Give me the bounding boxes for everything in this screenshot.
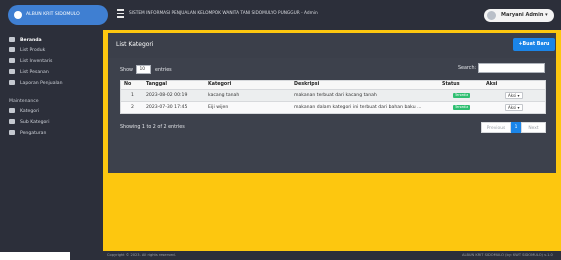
app-title: SISTEM INFORMASI PENJUALAN KELOMPOK WANI… [129, 11, 318, 16]
sidebar-item-kategori[interactable]: Kategori [9, 108, 39, 116]
gear-icon [9, 130, 15, 135]
row-number: 2 [131, 105, 134, 110]
pagination-next[interactable]: Next [521, 122, 546, 133]
column-header-tanggal[interactable]: Tanggal [146, 81, 167, 89]
sidebar-section-maintenance: Maintenance [9, 99, 39, 104]
entries-select[interactable]: 10 [136, 65, 152, 74]
sidebar-item-list-produk[interactable]: List Produk [9, 47, 45, 55]
sidebar-item-beranda[interactable]: Beranda [9, 37, 42, 45]
table-header [120, 80, 546, 90]
hamburger-icon [117, 9, 124, 11]
sidebar-item-sub-kategori[interactable]: Sub Kategori [9, 119, 49, 127]
row-category: kacang tanah [208, 93, 240, 98]
footer-copyright: Copyright © 2023. All rights reserved. [107, 253, 176, 257]
column-header-no[interactable]: No [124, 81, 131, 89]
sidebar-item-list-inventaris[interactable]: List Inventaris [9, 58, 52, 66]
row-date: 2023-08-02 00:19 [146, 93, 188, 98]
sidebar-item-list-pesanan[interactable]: List Pesanan [9, 69, 49, 77]
row-category: Eiji wijen [208, 105, 229, 110]
box-icon [9, 47, 15, 52]
action-dropdown-button[interactable]: Aksi ▾ [505, 92, 523, 99]
tag-icon [9, 108, 15, 113]
page-title: List Kategori [116, 41, 154, 48]
dashboard-icon [9, 37, 15, 42]
status-badge: Tersedia [453, 93, 471, 98]
chevron-down-icon: ▾ [545, 12, 548, 18]
search-input[interactable] [478, 63, 545, 73]
row-description: makanan terbuat dari kacang tanah [294, 93, 377, 98]
column-header-deskripsi[interactable]: Deskripsi [294, 81, 319, 89]
panel-header [108, 33, 556, 58]
brand-logo[interactable]: ALBUN KRIT SIDOMULO [8, 5, 108, 25]
column-header-kategori[interactable]: Kategori [208, 81, 231, 89]
list-icon [9, 69, 15, 74]
status-badge: Tersedia [453, 105, 471, 110]
table-info: Showing 1 to 2 of 2 entries [120, 125, 185, 130]
row-description: makanan dalam kategori ini terbuat dari … [294, 105, 422, 110]
search-label: Search: [458, 66, 477, 71]
list-icon [9, 119, 15, 124]
brand-logo-icon [14, 11, 22, 19]
user-name: Maryani Admin [501, 12, 544, 18]
column-header-aksi[interactable]: Aksi [486, 81, 497, 89]
brand-name: ALBUN KRIT SIDOMULO [26, 12, 80, 17]
pagination-previous[interactable]: Previous [481, 122, 511, 133]
row-number: 1 [131, 93, 134, 98]
show-entries-control: Show 10 entries [120, 65, 172, 74]
sidebar-bottom-strip [0, 252, 70, 260]
user-menu-button[interactable]: Maryani Admin ▾ [484, 9, 554, 22]
report-icon [9, 80, 15, 85]
sidebar-item-pengaturan[interactable]: Pengaturan [9, 130, 46, 138]
sidebar-item-laporan-penjualan[interactable]: Laporan Penjualan [9, 80, 63, 88]
row-date: 2023-07-30 17:45 [146, 105, 188, 110]
menu-toggle-button[interactable] [117, 9, 124, 19]
footer-version: ALBUN KRIT SIDOMULO (by: KWT SIDOMULO) v… [462, 253, 553, 257]
create-new-button[interactable]: +Buat Baru [513, 38, 555, 51]
pagination-page-1[interactable]: 1 [511, 122, 521, 133]
panel-body [108, 58, 556, 173]
inventory-icon [9, 58, 15, 63]
avatar [487, 11, 496, 20]
chevron-down-icon: ▾ [517, 93, 520, 98]
action-dropdown-button[interactable]: Aksi ▾ [505, 104, 523, 111]
chevron-down-icon: ▾ [517, 105, 520, 110]
column-header-status[interactable]: Status [442, 81, 460, 89]
